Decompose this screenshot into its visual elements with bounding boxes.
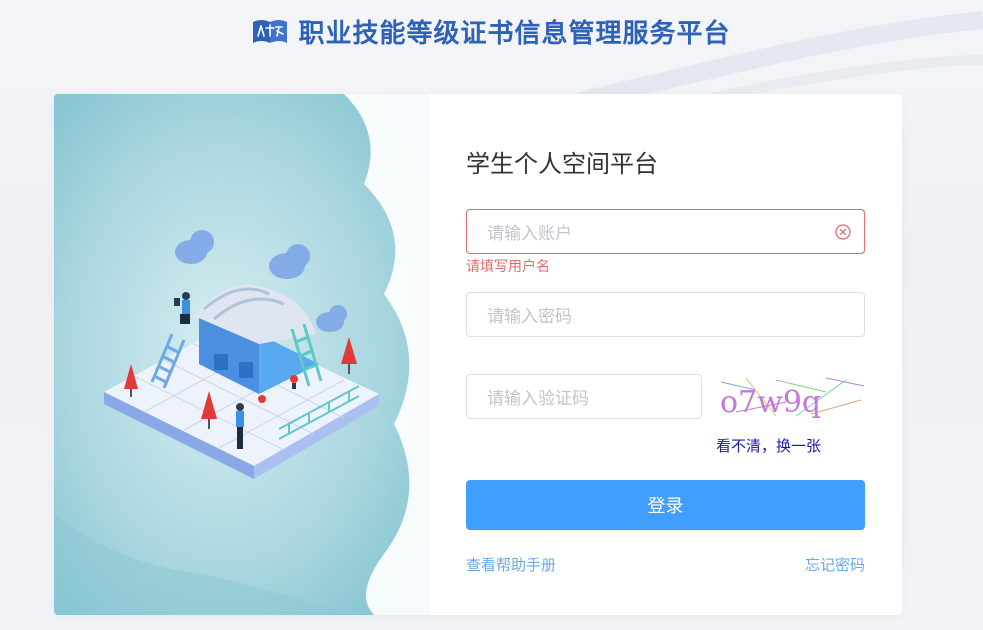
account-placeholder: 请输入账户 <box>487 224 572 244</box>
login-form: 学生个人空间平台 请输入账户 请填写用户名 请输入密码 请输入验证码 o7w9q… <box>466 94 866 615</box>
login-card: 学生个人空间平台 请输入账户 请填写用户名 请输入密码 请输入验证码 o7w9q… <box>54 94 902 615</box>
refresh-captcha-link[interactable]: 看不清，换一张 <box>716 435 821 456</box>
page-header: 职业技能等级证书信息管理服务平台 <box>0 0 983 62</box>
captcha-image[interactable]: o7w9q <box>716 372 866 422</box>
site-title: 职业技能等级证书信息管理服务平台 <box>298 18 731 49</box>
login-illustration <box>54 94 429 615</box>
form-title: 学生个人空间平台 <box>466 150 658 178</box>
book-logo-icon <box>252 17 288 45</box>
clear-icon[interactable] <box>834 223 852 241</box>
captcha-input[interactable]: 请输入验证码 <box>466 374 702 419</box>
account-input[interactable]: 请输入账户 <box>466 209 865 254</box>
captcha-placeholder: 请输入验证码 <box>487 389 589 409</box>
password-placeholder: 请输入密码 <box>487 307 572 327</box>
forgot-password-link[interactable]: 忘记密码 <box>805 554 865 575</box>
help-manual-link[interactable]: 查看帮助手册 <box>466 554 556 575</box>
password-input[interactable]: 请输入密码 <box>466 292 865 337</box>
login-button[interactable]: 登录 <box>466 480 865 530</box>
account-error-message: 请填写用户名 <box>466 259 550 275</box>
captcha-text: o7w9q <box>720 385 821 420</box>
